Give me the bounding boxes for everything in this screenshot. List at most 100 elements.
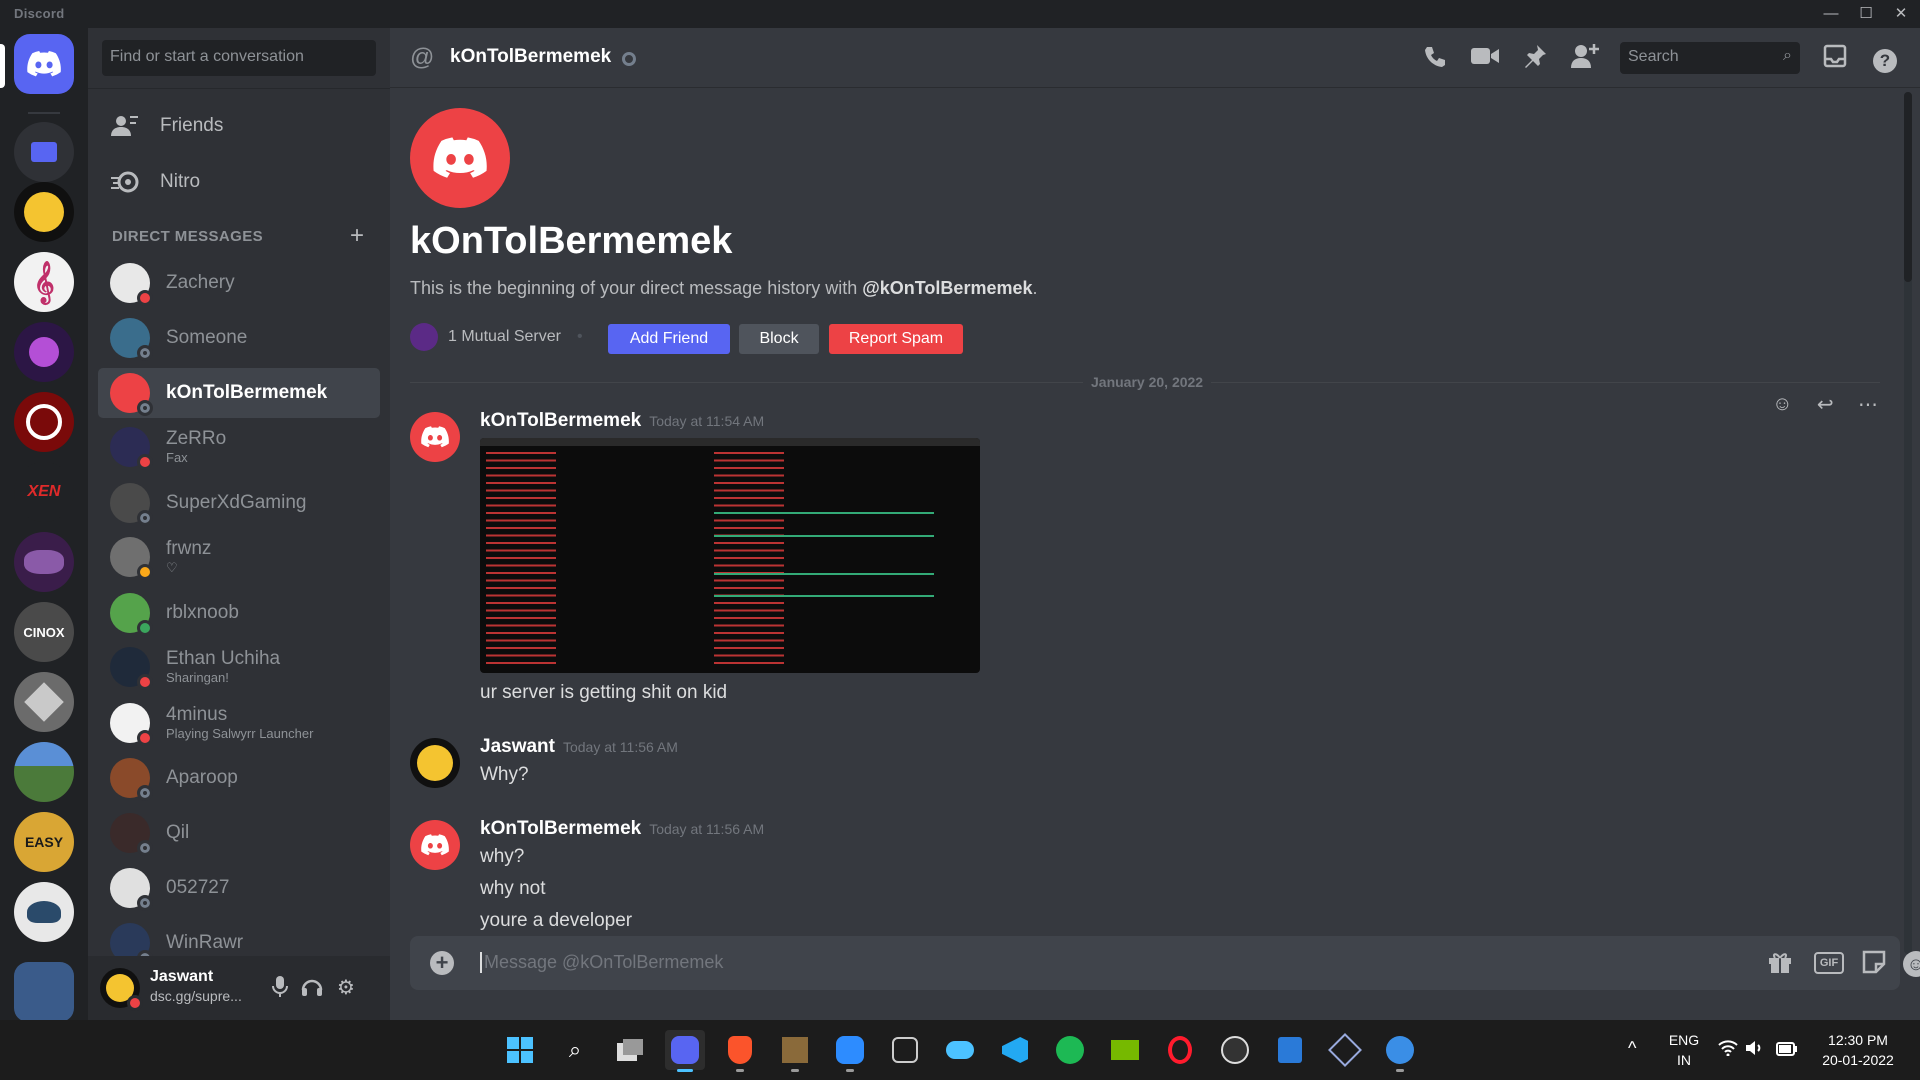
dm-item[interactable]: rblxnoob	[98, 588, 380, 638]
taskbar-zoom-icon[interactable]	[830, 1030, 870, 1072]
taskbar-vscode-icon[interactable]	[995, 1030, 1035, 1070]
reply-icon[interactable]: ↩	[1817, 392, 1834, 417]
taskbar-app-icon[interactable]	[885, 1030, 925, 1070]
taskbar-onedrive-icon[interactable]	[940, 1030, 980, 1070]
chat-scrollbar-thumb[interactable]	[1904, 92, 1912, 282]
taskbar-brave-icon[interactable]	[720, 1030, 760, 1072]
voice-call-icon[interactable]	[1420, 44, 1450, 74]
rail-separator	[28, 112, 60, 114]
deafen-headphones-icon[interactable]	[300, 976, 324, 1000]
dm-item[interactable]: ZeRRo Fax	[98, 422, 380, 472]
volume-icon[interactable]	[1746, 1040, 1766, 1061]
user-settings-gear-icon[interactable]: ⚙	[334, 976, 358, 1000]
maximize-button[interactable]: ☐	[1849, 2, 1883, 26]
message-image-attachment[interactable]	[480, 438, 980, 673]
server-lifesteal[interactable]	[14, 962, 74, 1022]
nav-friends[interactable]: Friends	[98, 102, 380, 150]
mute-microphone-icon[interactable]	[268, 976, 292, 1000]
message-avatar[interactable]	[410, 820, 460, 870]
pinned-messages-icon[interactable]	[1520, 44, 1550, 74]
search-icon[interactable]: ⌕	[555, 1030, 595, 1070]
user-custom-status: dsc.gg/supre...	[150, 988, 242, 1004]
gift-icon[interactable]	[1766, 950, 1794, 978]
dm-item[interactable]: Aparoop	[98, 753, 380, 803]
task-view-icon[interactable]	[610, 1030, 650, 1070]
taskbar-app-blue-icon[interactable]	[1380, 1030, 1420, 1072]
server-music[interactable]: 𝄞	[14, 252, 74, 312]
dm-item[interactable]: SuperXdGaming	[98, 478, 380, 528]
taskbar-virtualbox-icon[interactable]	[1325, 1030, 1365, 1070]
more-options-icon[interactable]: ⋯	[1858, 392, 1878, 417]
taskbar-nvidia-icon[interactable]	[1105, 1030, 1145, 1070]
dm-avatar	[110, 537, 153, 580]
server-purple[interactable]	[14, 322, 74, 382]
emoji-icon[interactable]: ☺	[1902, 950, 1920, 978]
server-landscape[interactable]	[14, 742, 74, 802]
message-text: ur server is getting shit on kid	[480, 682, 728, 703]
message-author[interactable]: Jaswant Today at 11:56 AM	[480, 736, 678, 758]
dm-item[interactable]: Ethan Uchiha Sharingan!	[98, 642, 380, 692]
wifi-icon[interactable]	[1718, 1040, 1738, 1061]
discord-logo-icon	[433, 137, 487, 178]
gif-button[interactable]: GIF	[1814, 952, 1844, 974]
taskbar-w-app-icon[interactable]	[1215, 1030, 1255, 1070]
sticker-icon[interactable]	[1860, 950, 1888, 978]
dm-item[interactable]: kOnTolBermemek	[98, 368, 380, 418]
message-author[interactable]: kOnTolBermemek Today at 11:56 AM	[480, 818, 764, 840]
message-author-name[interactable]: Jaswant	[480, 736, 555, 757]
minimize-button[interactable]: —	[1814, 2, 1848, 26]
dm-item[interactable]: Someone	[98, 313, 380, 363]
server-red[interactable]	[14, 392, 74, 452]
close-button[interactable]: ✕	[1884, 2, 1918, 26]
show-hidden-icons-chevron-icon[interactable]: ^	[1628, 1038, 1636, 1058]
dm-item[interactable]: 4minus Playing Salwyrr Launcher	[98, 698, 380, 748]
message-avatar[interactable]	[410, 412, 460, 462]
message-author[interactable]: kOnTolBermemek Today at 11:54 AM	[480, 410, 764, 432]
server-easy-vanilla[interactable]: EASY	[14, 812, 74, 872]
taskbar-discord-icon[interactable]	[665, 1030, 705, 1072]
report-spam-button[interactable]: Report Spam	[829, 324, 963, 354]
dm-search-input[interactable]: Find or start a conversation	[102, 40, 376, 76]
add-reaction-icon[interactable]: ☺	[1772, 393, 1792, 416]
taskbar-minecraft-icon[interactable]	[775, 1030, 815, 1072]
block-button[interactable]: Block	[739, 324, 819, 354]
server-folder[interactable]	[14, 122, 74, 182]
video-call-icon[interactable]	[1470, 44, 1500, 74]
taskbar-spotify-icon[interactable]	[1050, 1030, 1090, 1070]
battery-icon[interactable]	[1776, 1041, 1798, 1061]
server-aetherix[interactable]	[14, 672, 74, 732]
dm-item[interactable]: Zachery	[98, 258, 380, 308]
server-cinox[interactable]: CINOX	[14, 602, 74, 662]
dm-item[interactable]: 052727	[98, 863, 380, 913]
start-windows-icon[interactable]	[500, 1030, 540, 1070]
help-icon[interactable]: ?	[1870, 44, 1900, 74]
mutual-servers[interactable]: 1 Mutual Server •	[410, 322, 583, 352]
terminal-left-text	[486, 452, 556, 667]
add-friends-to-dm-icon[interactable]	[1570, 44, 1600, 74]
taskbar-phone-link-icon[interactable]	[1270, 1030, 1310, 1070]
clock[interactable]: 12:30 PM 20-01-2022	[1810, 1030, 1906, 1070]
header-search-input[interactable]: Search ⌕	[1620, 42, 1800, 74]
language-indicator[interactable]: ENG IN	[1662, 1030, 1706, 1070]
message-author-name[interactable]: kOnTolBermemek	[480, 410, 641, 431]
intro-text-prefix: This is the beginning of your direct mes…	[410, 278, 863, 298]
message-composer[interactable]: + Message @kOnTolBermemek GIF ☺	[410, 936, 1920, 990]
message-author-name[interactable]: kOnTolBermemek	[480, 818, 641, 839]
dm-item[interactable]: Qil	[98, 808, 380, 858]
message-input[interactable]: Message @kOnTolBermemek	[480, 952, 723, 973]
taskbar-opera-icon[interactable]	[1160, 1030, 1200, 1070]
inbox-icon[interactable]	[1820, 44, 1850, 74]
upload-plus-icon[interactable]: +	[430, 951, 454, 975]
add-friend-button[interactable]: Add Friend	[608, 324, 730, 354]
server-xen[interactable]: XEN	[14, 462, 74, 522]
dm-status-text: Sharingan!	[166, 670, 229, 685]
nav-nitro[interactable]: Nitro	[98, 158, 380, 206]
dm-item[interactable]: frwnz ♡	[98, 532, 380, 582]
server-bird[interactable]	[14, 882, 74, 942]
user-avatar[interactable]	[100, 968, 143, 1011]
create-dm-plus-icon[interactable]: +	[350, 222, 364, 250]
home-button[interactable]	[14, 34, 74, 94]
server-dark[interactable]	[14, 532, 74, 592]
server-marshmello[interactable]	[14, 182, 74, 242]
message-avatar[interactable]	[410, 738, 460, 788]
